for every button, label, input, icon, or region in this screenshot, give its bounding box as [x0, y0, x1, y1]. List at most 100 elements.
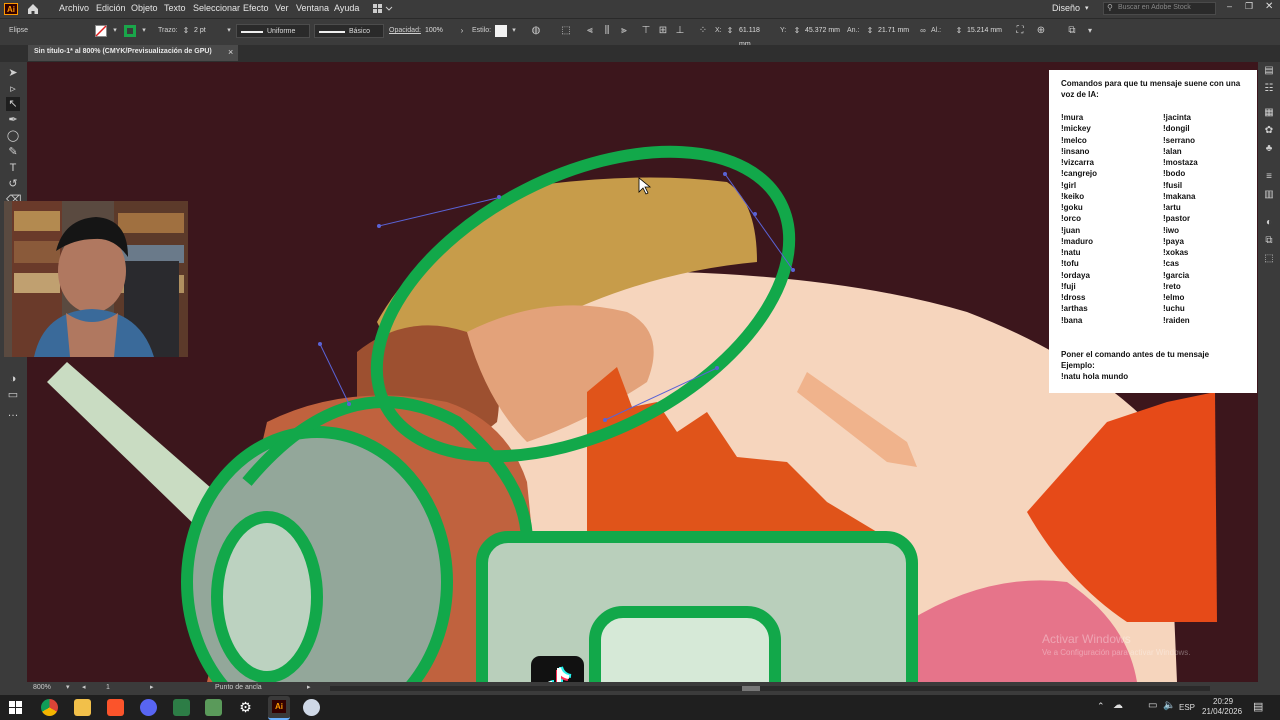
menu-edicion[interactable]: Edición [96, 3, 126, 13]
shape-options-icon[interactable]: ⊕ [1035, 25, 1047, 37]
anchor-handle[interactable] [377, 224, 381, 228]
symbols-panel-icon[interactable]: ♣ [1262, 142, 1276, 156]
chevron-down-icon[interactable]: ▾ [109, 25, 121, 37]
status-menu-icon[interactable]: ▸ [307, 683, 311, 691]
menu-ayuda[interactable]: Ayuda [334, 3, 359, 13]
pencil-tool-icon[interactable]: ✎ [6, 145, 20, 159]
close-window-icon[interactable]: ✕ [1265, 1, 1273, 12]
anchor-point[interactable] [347, 402, 351, 406]
brave-icon[interactable] [107, 699, 124, 716]
chevron-down-icon[interactable]: ▾ [138, 25, 150, 37]
align-right-icon[interactable]: ⫸ [618, 25, 630, 37]
transform-icon[interactable]: ⛶ [1014, 25, 1026, 37]
direct-selection-tool-icon[interactable]: ▹ [6, 82, 20, 96]
file-explorer-icon[interactable] [74, 699, 91, 716]
properties-panel-icon[interactable]: ▤ [1262, 64, 1276, 78]
anchor-point[interactable] [753, 212, 757, 216]
transparency-panel-icon[interactable]: ◐ [1262, 216, 1276, 230]
align-middle-icon[interactable]: ⊞ [657, 25, 669, 37]
input-language[interactable]: ESP [1179, 703, 1195, 712]
scrollbar-thumb[interactable] [742, 686, 760, 691]
windows-start-icon[interactable] [9, 701, 22, 714]
stroke-swatch[interactable] [124, 25, 136, 37]
brush-dropdown[interactable]: Básico [314, 24, 384, 38]
pen-tool-icon[interactable]: ✒ [6, 113, 20, 127]
arrange-documents-icon[interactable] [373, 4, 393, 14]
next-artboard-icon[interactable]: ▸ [150, 683, 154, 691]
anchor-handle[interactable] [791, 268, 795, 272]
discord-icon[interactable] [140, 699, 157, 716]
anchor-handle[interactable] [723, 172, 727, 176]
menu-archivo[interactable]: Archivo [59, 3, 89, 13]
stock-search-field[interactable]: ⚲ Buscar en Adobe Stock [1103, 2, 1216, 15]
anchor-point[interactable] [497, 195, 501, 199]
profile-dropdown[interactable]: Uniforme [236, 24, 310, 38]
align-top-icon[interactable]: ⊤ [640, 25, 652, 37]
stroke-width-field[interactable]: 2 pt [191, 24, 227, 38]
fill-swatch[interactable] [95, 25, 107, 37]
illustrator-taskbar-icon[interactable]: Ai [268, 696, 290, 720]
anchor-point[interactable] [603, 418, 607, 422]
rotate-tool-icon[interactable]: ↺ [6, 177, 20, 191]
libraries-panel-icon[interactable]: ☷ [1262, 82, 1276, 96]
menu-texto[interactable]: Texto [164, 3, 186, 13]
clock-date[interactable]: 21/04/2026 [1202, 707, 1242, 716]
screen-mode-icon[interactable]: ▭ [6, 388, 20, 402]
menu-objeto[interactable]: Objeto [131, 3, 158, 13]
show-hidden-icons[interactable]: ⌃ [1097, 701, 1105, 712]
type-tool-icon[interactable]: T [6, 161, 20, 175]
align-bottom-icon[interactable]: ⊥ [674, 25, 686, 37]
menu-ventana[interactable]: Ventana [296, 3, 329, 13]
restore-window-icon[interactable]: ❐ [1245, 1, 1253, 12]
onedrive-icon[interactable]: ☁ [1113, 700, 1123, 711]
chrome-icon[interactable] [41, 699, 58, 716]
chevron-down-icon[interactable]: ▾ [508, 25, 520, 37]
document-tab-close-button[interactable]: × [228, 47, 233, 57]
ellipse-tool-icon[interactable]: ◯ [6, 129, 20, 143]
selection-tool-icon[interactable]: ➤ [6, 66, 20, 80]
link-proportions-icon[interactable]: ∞ [917, 25, 929, 37]
settings-icon[interactable]: ⚙ [237, 699, 254, 716]
align-left-icon[interactable]: ⫷ [584, 25, 596, 37]
stepper-icon[interactable]: ⇕ [724, 25, 736, 37]
transform-reference-icon[interactable]: ⁘ [697, 25, 709, 37]
brushes-panel-icon[interactable]: ✿ [1262, 124, 1276, 138]
y-field[interactable]: 45.372 mm [802, 24, 846, 38]
style-swatch[interactable] [495, 25, 507, 37]
recolor-icon[interactable]: ◍ [530, 25, 542, 37]
volume-icon[interactable]: 🔈 [1163, 700, 1175, 711]
horizontal-scrollbar[interactable] [330, 686, 1210, 691]
align-center-icon[interactable]: ⫼ [601, 25, 613, 37]
clock-time[interactable]: 20:29 [1213, 697, 1233, 706]
chevron-down-icon[interactable]: ▾ [223, 25, 235, 37]
artboards-panel-icon[interactable]: ⬚ [1262, 252, 1276, 266]
app-icon[interactable] [173, 699, 190, 716]
anchor-handle[interactable] [318, 342, 322, 346]
notifications-icon[interactable]: ▤ [1253, 700, 1263, 713]
document-tab[interactable]: Sin título-1* al 800% (CMYK/Previsualiza… [28, 45, 238, 61]
stroke-panel-icon[interactable]: ≡ [1262, 170, 1276, 184]
previous-artboard-icon[interactable]: ◂ [82, 683, 86, 691]
draw-modes-icon[interactable]: ◑ [6, 372, 20, 386]
app-icon[interactable] [303, 699, 320, 716]
width-field[interactable]: 21.71 mm [875, 24, 915, 38]
menu-seleccionar[interactable]: Seleccionar [193, 3, 240, 13]
network-icon[interactable]: ▭ [1148, 700, 1157, 711]
chevron-down-icon[interactable]: ▾ [66, 683, 70, 691]
x-field[interactable]: 61.118 mm [736, 24, 776, 48]
height-field[interactable]: 15.214 mm [964, 24, 1006, 38]
home-icon[interactable] [26, 2, 40, 16]
menu-efecto[interactable]: Efecto [243, 3, 269, 13]
chevron-right-icon[interactable]: › [456, 25, 468, 37]
layers-panel-icon[interactable]: ⧉ [1262, 234, 1276, 248]
workspace-switcher[interactable]: Diseño [1052, 3, 1080, 13]
menu-ver[interactable]: Ver [275, 3, 289, 13]
opacity-field[interactable]: 100% [422, 24, 456, 38]
anchor-handle[interactable] [715, 366, 719, 370]
more-tools-icon[interactable]: … [6, 406, 20, 420]
artboard-number[interactable]: 1 [106, 684, 110, 691]
zoom-level[interactable]: 800% [33, 684, 51, 691]
swatches-panel-icon[interactable]: ▦ [1262, 106, 1276, 120]
panel-menu-icon[interactable]: ▾ [1084, 25, 1096, 37]
isolate-icon[interactable]: ⧉ [1066, 25, 1078, 37]
